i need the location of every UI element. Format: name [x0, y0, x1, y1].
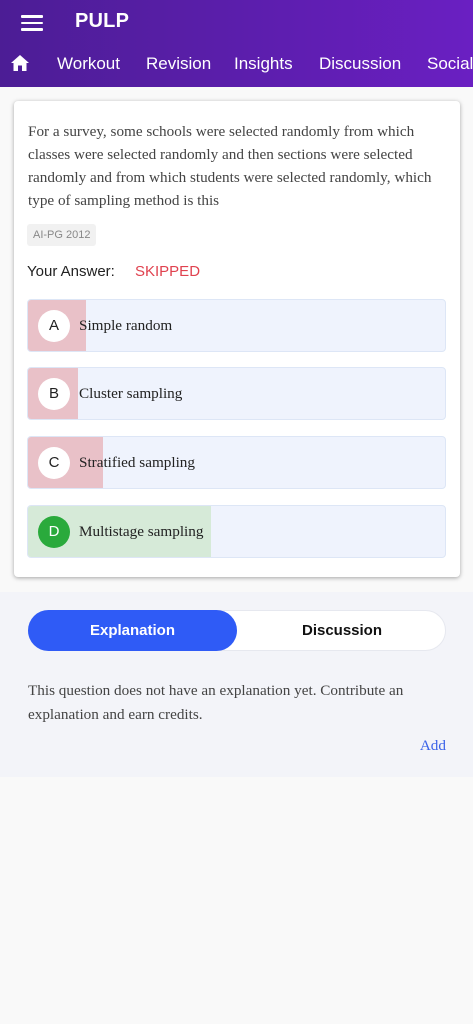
your-answer-value: SKIPPED: [135, 263, 201, 280]
your-answer-label: Your Answer:: [27, 263, 115, 280]
option-b-letter: B: [38, 378, 70, 410]
tab-workout[interactable]: Workout: [57, 54, 120, 74]
tab-insights[interactable]: Insights: [234, 54, 293, 74]
exam-tag: AI-PG 2012: [27, 224, 97, 246]
option-b[interactable]: B Cluster sampling: [27, 367, 446, 420]
app-bar: PULP Workout Revision Insights Discussio…: [0, 0, 473, 87]
add-explanation-link[interactable]: Add: [420, 737, 446, 755]
option-d[interactable]: D Multistage sampling: [27, 505, 446, 558]
option-c-letter: C: [38, 447, 70, 479]
home-icon[interactable]: [10, 54, 30, 72]
hamburger-menu-icon[interactable]: [21, 15, 43, 31]
tab-discussion[interactable]: Discussion: [319, 54, 401, 74]
question-text: For a survey, some schools were selected…: [28, 123, 432, 209]
option-c[interactable]: C Stratified sampling: [27, 436, 446, 489]
option-d-letter: D: [38, 516, 70, 548]
explanation-text: This question does not have an explanati…: [28, 682, 404, 723]
explanation-tab-button[interactable]: Explanation: [28, 610, 237, 651]
tab-social[interactable]: Social: [427, 54, 473, 74]
tab-revision[interactable]: Revision: [146, 54, 211, 74]
discussion-tab-button[interactable]: Discussion: [238, 610, 446, 651]
option-a[interactable]: A Simple random: [27, 299, 446, 352]
explanation-section: Explanation Discussion This question doe…: [0, 592, 473, 777]
option-c-text: Stratified sampling: [79, 454, 195, 471]
explanation-toggle: Explanation Discussion: [28, 610, 446, 651]
nav-tabs: Workout Revision Insights Discussion Soc…: [0, 43, 473, 85]
question-card: For a survey, some schools were selected…: [14, 101, 460, 577]
option-d-text: Multistage sampling: [79, 523, 204, 540]
option-a-text: Simple random: [79, 317, 173, 334]
app-title: PULP: [75, 10, 130, 32]
option-a-letter: A: [38, 310, 70, 342]
option-b-text: Cluster sampling: [79, 385, 183, 402]
